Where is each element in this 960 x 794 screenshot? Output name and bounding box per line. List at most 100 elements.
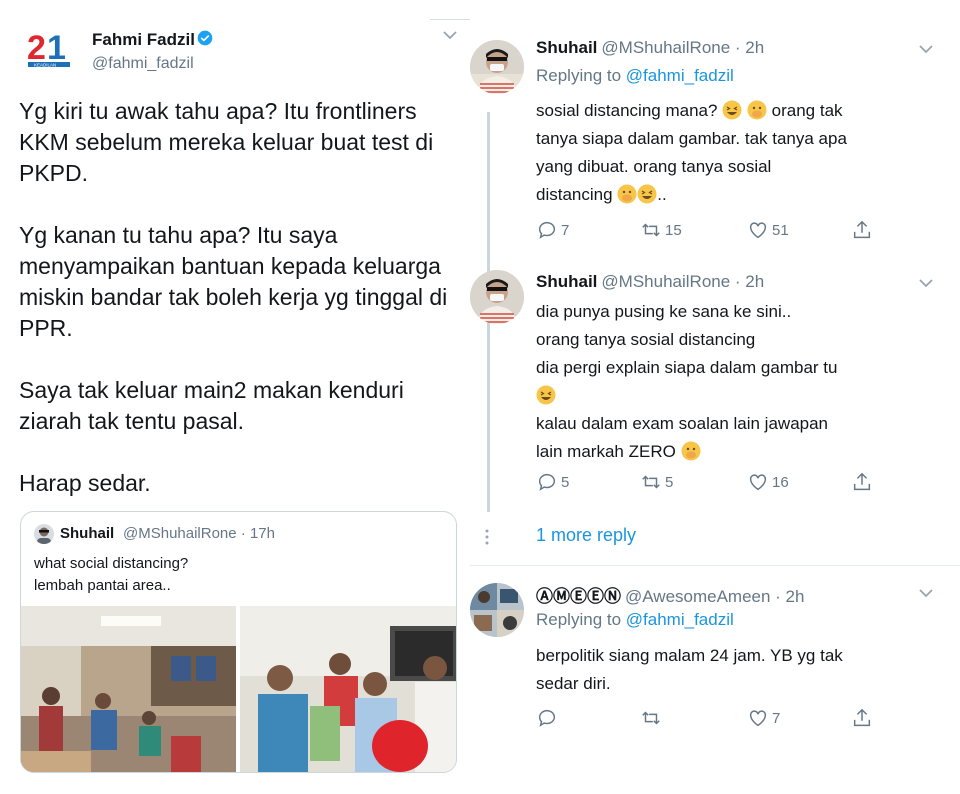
reply-author: Shuhail @MShuhailRone · 2h (536, 272, 764, 292)
reply-text-line: kalau dalam exam soalan lain jawapan (536, 414, 829, 433)
author-name[interactable]: Fahmi Fadzil (92, 30, 195, 50)
hand-over-mouth-emoji-icon (681, 441, 701, 461)
chevron-down-icon[interactable] (918, 44, 934, 54)
more-dots-icon (485, 529, 489, 545)
hand-over-mouth-emoji-icon (747, 100, 767, 120)
grinning-squint-emoji-icon (722, 100, 742, 120)
reply-text: sosial distancing mana? orang tak tanya … (536, 97, 936, 209)
quoted-photo-aid-handover[interactable] (240, 606, 457, 773)
avatar[interactable] (34, 524, 54, 544)
reply-author-name[interactable]: Shuhail (536, 272, 597, 291)
reply-text-line: dia pergi explain siapa dalam gambar tu (536, 358, 838, 377)
quoted-author-name: Shuhail (60, 525, 115, 542)
share-button[interactable] (851, 707, 876, 729)
reply-text-line: .. (657, 185, 667, 204)
reply-author-handle[interactable]: @MShuhailRone · 2h (601, 38, 764, 57)
reply-text-line: distancing (536, 185, 613, 204)
retweet-count: 15 (665, 221, 682, 239)
like-count: 7 (772, 709, 781, 727)
like-button[interactable]: 51 (747, 219, 789, 241)
chevron-down-icon[interactable] (442, 30, 458, 40)
quoted-text-line: lembah pantai area.. (34, 577, 171, 594)
replying-to: Replying to @fahmi_fadzil (536, 610, 734, 630)
tweet-paragraph: Yg kanan tu tahu apa? Itu saya menyampai… (19, 222, 448, 341)
reply-author-name[interactable]: ⒶⓂⒺⒺⓃ (536, 587, 621, 606)
reply-button[interactable]: 7 (536, 219, 569, 241)
reply-count: 5 (561, 473, 570, 491)
quoted-photo-office[interactable] (21, 606, 236, 773)
avatar[interactable] (470, 40, 524, 94)
reply-button[interactable]: 5 (536, 471, 569, 493)
reply-author-handle[interactable]: @AwesomeAmeen · 2h (625, 587, 804, 606)
share-button[interactable] (851, 219, 876, 241)
retweet-icon (642, 475, 660, 489)
quoted-author-handle: @MShuhailRone · 17h (123, 525, 275, 542)
reply-author-name[interactable]: Shuhail (536, 38, 597, 57)
reply-icon (538, 473, 555, 491)
retweet-button[interactable]: 5 (640, 471, 673, 493)
quoted-tweet-text: what social distancing? lembah pantai ar… (34, 553, 188, 597)
share-icon (853, 220, 871, 239)
verified-badge-icon (197, 30, 213, 46)
reply-text-line: berpolitik siang malam 24 jam. YB yg tak (536, 646, 843, 665)
reply-author-handle[interactable]: @MShuhailRone · 2h (601, 272, 764, 291)
heart-icon (749, 474, 767, 491)
tweet-text: Yg kiri tu awak tahu apa? Itu frontliner… (19, 96, 464, 530)
replying-to-mention[interactable]: @fahmi_fadzil (626, 610, 734, 629)
heart-icon (749, 222, 767, 239)
chevron-down-icon[interactable] (918, 278, 934, 288)
like-button[interactable]: 16 (747, 471, 789, 493)
like-button[interactable]: 7 (747, 707, 780, 729)
quoted-tweet[interactable]: Shuhail @MShuhailRone · 17h what social … (20, 511, 457, 773)
retweet-button[interactable] (640, 707, 665, 729)
avatar[interactable] (470, 583, 524, 637)
tweet-actions: 5 5 16 (536, 471, 876, 493)
share-button[interactable] (851, 471, 876, 493)
reply-text: berpolitik siang malam 24 jam. YB yg tak… (536, 642, 936, 698)
divider (470, 565, 960, 566)
reply-text: dia punya pusing ke sana ke sini.. orang… (536, 298, 936, 466)
retweet-icon (642, 711, 660, 725)
chevron-down-icon[interactable] (918, 588, 934, 598)
replying-to-label: Replying to (536, 610, 626, 629)
reply-icon (538, 709, 555, 727)
party-logo: 2 1 KEADILAN (26, 26, 72, 72)
reply-text-line: orang tanya sosial distancing (536, 330, 756, 349)
reply-count: 7 (561, 221, 570, 239)
main-tweet: 2 1 KEADILAN Fahmi Fadzil @fahmi_fadzil … (0, 0, 470, 794)
retweet-button[interactable]: 15 (640, 219, 682, 241)
reply-text-line: sosial distancing mana? (536, 101, 718, 120)
reply-text-line: orang tak (771, 101, 843, 120)
svg-text:2: 2 (27, 29, 46, 67)
reply-text-line: dia punya pusing ke sana ke sini.. (536, 302, 792, 321)
quoted-text-line: what social distancing? (34, 555, 189, 572)
hand-over-mouth-emoji-icon (617, 184, 637, 204)
grinning-squint-emoji-icon (536, 385, 556, 405)
show-more-replies-link[interactable]: 1 more reply (536, 525, 636, 546)
tweet-actions: 7 (536, 707, 876, 729)
like-count: 51 (772, 221, 789, 239)
replying-to: Replying to @fahmi_fadzil (536, 66, 734, 86)
reply-text-line: lain markah ZERO (536, 442, 676, 461)
tweet-paragraph: Saya tak keluar main2 makan kenduri ziar… (19, 377, 404, 434)
tweet-actions: 7 15 51 (536, 219, 876, 241)
tweet-paragraph: Harap sedar. (19, 470, 151, 496)
replying-to-label: Replying to (536, 66, 626, 85)
heart-icon (749, 710, 767, 727)
replies-panel: Shuhail @MShuhailRone · 2h Replying to @f… (470, 0, 960, 794)
author-handle[interactable]: @fahmi_fadzil (92, 55, 194, 73)
grinning-squint-emoji-icon (637, 184, 657, 204)
reply-icon (538, 221, 555, 239)
share-icon (853, 708, 871, 727)
replying-to-mention[interactable]: @fahmi_fadzil (626, 66, 734, 85)
retweet-icon (642, 223, 660, 237)
share-icon (853, 472, 871, 491)
reply-button[interactable] (536, 707, 561, 729)
tweet-paragraph: Yg kiri tu awak tahu apa? Itu frontliner… (19, 98, 434, 186)
reply-author: Shuhail @MShuhailRone · 2h (536, 38, 764, 58)
svg-text:KEADILAN: KEADILAN (34, 63, 56, 68)
avatar[interactable] (470, 270, 524, 324)
reply-text-line: sedar diri. (536, 674, 611, 693)
reply-text-line: yang dibuat. orang tanya sosial (536, 157, 772, 176)
svg-text:1: 1 (47, 29, 66, 67)
